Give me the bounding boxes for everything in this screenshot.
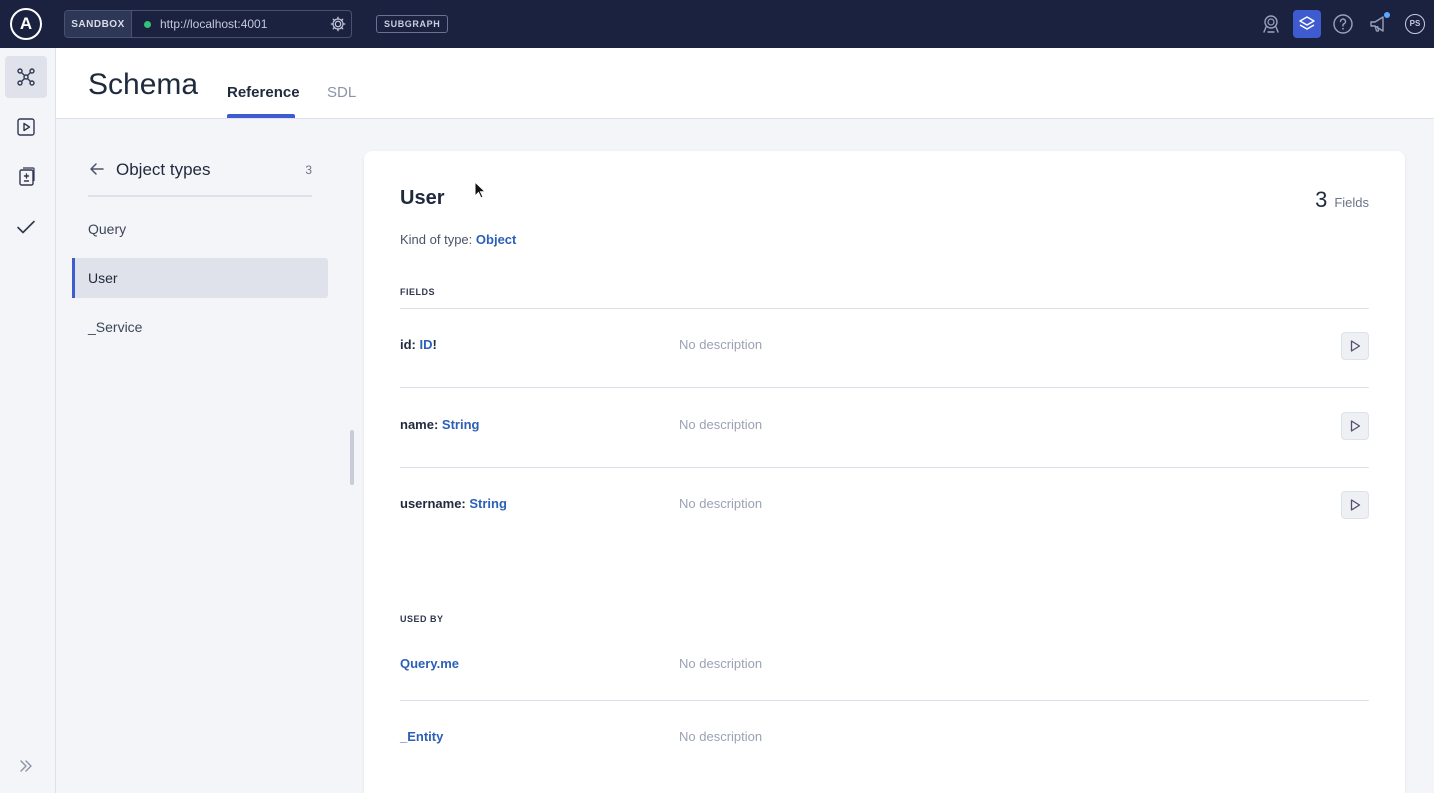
type-list-title: Object types — [116, 160, 211, 179]
connection-status-dot — [144, 20, 151, 28]
run-field-button[interactable] — [1341, 491, 1369, 519]
field-description: No description — [679, 496, 763, 511]
active-tab-indicator — [227, 114, 295, 118]
play-icon — [1350, 499, 1361, 511]
left-rail — [0, 48, 56, 793]
type-item-user[interactable]: User — [72, 258, 328, 298]
used-by-description: No description — [679, 656, 763, 671]
endpoint-bar: SANDBOX http://localhost:4001 — [64, 10, 352, 38]
endpoint-url[interactable]: http://localhost:4001 — [160, 17, 267, 31]
used-by-link[interactable]: _Entity — [400, 729, 443, 744]
play-icon — [1350, 340, 1361, 352]
field-count: 3 Fields — [1315, 187, 1369, 213]
field-description: No description — [679, 417, 763, 432]
used-by-description: No description — [679, 729, 763, 744]
avatar[interactable]: PS — [1405, 14, 1425, 34]
top-bar: A SANDBOX http://localhost:4001 SUBGRAPH — [0, 0, 1434, 48]
field-row-name[interactable]: id: ID! — [400, 337, 437, 352]
field-name: name: — [400, 417, 439, 432]
sandbox-label: SANDBOX — [65, 11, 132, 37]
apollo-logo[interactable]: A — [10, 8, 42, 40]
tab-reference[interactable]: Reference — [227, 84, 300, 101]
double-chevron-right-icon[interactable] — [5, 745, 47, 787]
type-list-count: 3 — [305, 163, 312, 177]
type-item-query[interactable]: Query — [72, 209, 328, 249]
help-icon[interactable] — [1331, 12, 1355, 36]
scrollbar-thumb[interactable] — [350, 430, 354, 485]
kind-value[interactable]: Object — [476, 232, 516, 247]
divider — [400, 387, 1369, 388]
divider — [400, 700, 1369, 701]
subgraph-badge[interactable]: SUBGRAPH — [376, 15, 449, 33]
schema-header: Schema Reference SDL — [56, 48, 1434, 119]
rover-icon[interactable] — [1259, 12, 1283, 36]
notification-dot — [1384, 12, 1390, 18]
type-name: User — [400, 187, 445, 209]
field-name: id: — [400, 337, 416, 352]
field-type-link[interactable]: String — [442, 417, 480, 432]
kind-of-type: Kind of type: Object — [400, 232, 516, 247]
play-icon[interactable] — [5, 106, 47, 148]
run-field-button[interactable] — [1341, 412, 1369, 440]
divider — [400, 467, 1369, 468]
divider — [400, 308, 1369, 309]
used-by-heading: USED BY — [400, 614, 444, 624]
gear-icon[interactable] — [329, 15, 347, 33]
field-type-link[interactable]: String — [469, 496, 507, 511]
mouse-cursor-icon — [474, 181, 486, 199]
tab-sdl[interactable]: SDL — [327, 84, 356, 101]
check-icon[interactable] — [5, 206, 47, 248]
page-title: Schema — [88, 68, 199, 101]
schema-icon[interactable] — [5, 56, 47, 98]
kind-label: Kind of type: — [400, 232, 473, 247]
field-row-name[interactable]: username: String — [400, 496, 507, 511]
field-type-link[interactable]: ID — [420, 337, 433, 352]
run-field-button[interactable] — [1341, 332, 1369, 360]
type-detail-card: User 3 Fields Kind of type: Object FIELD… — [364, 151, 1405, 793]
type-list-header: Object types 3 — [88, 150, 312, 197]
field-description: No description — [679, 337, 763, 352]
back-arrow-icon[interactable] — [88, 160, 106, 178]
endpoint-url-input[interactable]: http://localhost:4001 — [132, 11, 351, 37]
field-name: username: — [400, 496, 466, 511]
field-row-name[interactable]: name: String — [400, 417, 479, 432]
used-by-link[interactable]: Query.me — [400, 656, 459, 671]
layers-icon[interactable] — [1293, 10, 1321, 38]
field-count-label: Fields — [1334, 195, 1369, 210]
fields-heading: FIELDS — [400, 287, 436, 297]
document-diff-icon[interactable] — [5, 156, 47, 198]
type-item-service[interactable]: _Service — [72, 307, 328, 347]
field-count-number: 3 — [1315, 187, 1328, 212]
play-icon — [1350, 420, 1361, 432]
field-type-suffix: ! — [432, 337, 437, 352]
